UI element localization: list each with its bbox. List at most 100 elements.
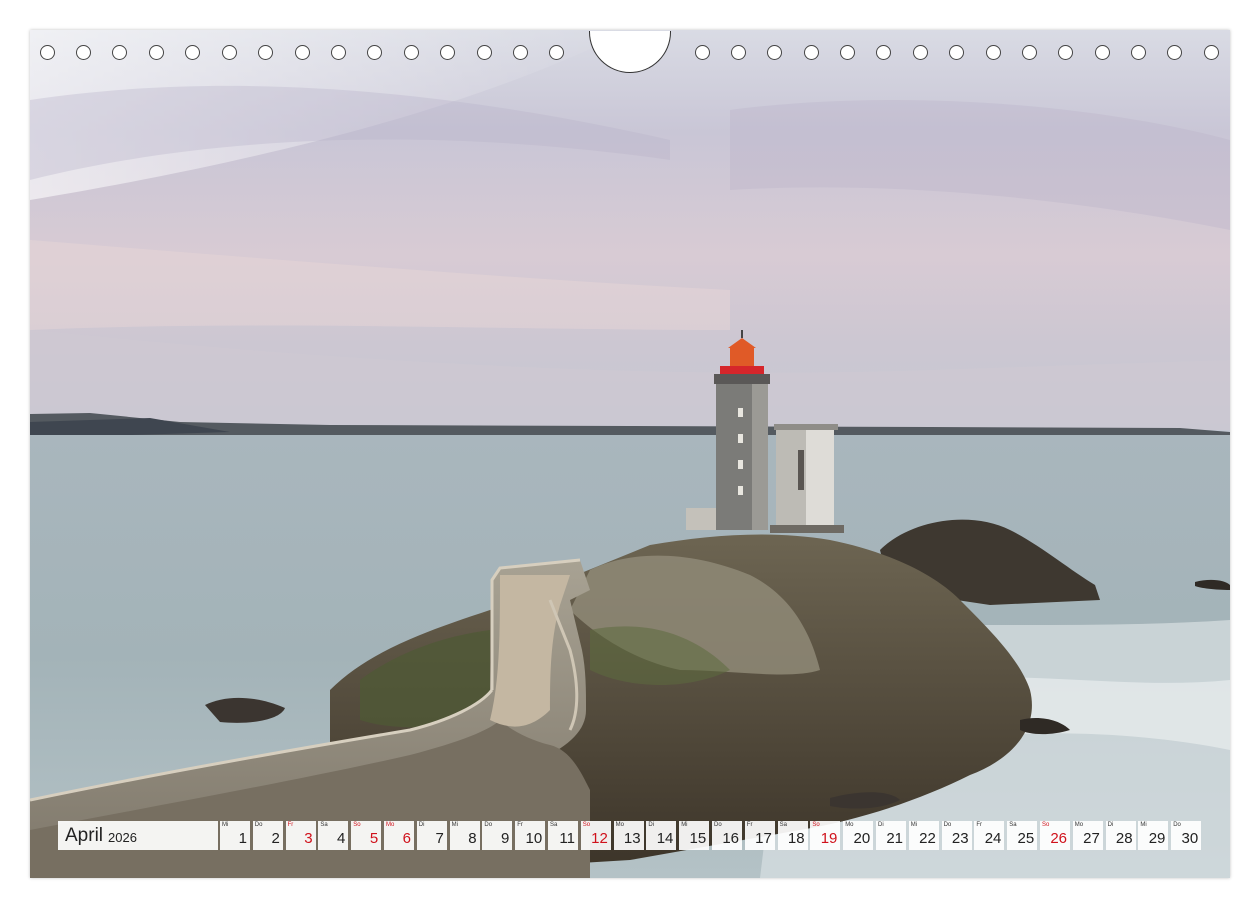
weekday-label: Do xyxy=(254,822,263,828)
weekday-label: So xyxy=(582,822,591,828)
day-cell: Mi 8 xyxy=(449,821,480,850)
weekday-label: Mi xyxy=(681,822,688,828)
ring-hole-icon xyxy=(986,45,1001,60)
day-cell: Mo 13 xyxy=(613,821,644,850)
day-number: 15 xyxy=(689,830,707,847)
day-number: 26 xyxy=(1050,830,1067,847)
weekday-label: Mi xyxy=(451,822,458,828)
weekday-label: So xyxy=(812,822,820,828)
ring-hole-icon xyxy=(149,45,164,60)
day-number: 5 xyxy=(369,830,379,847)
day-cell: Mo 27 xyxy=(1072,821,1103,850)
day-number: 27 xyxy=(1083,830,1100,847)
weekday-label: Sa xyxy=(320,822,328,828)
weekday-label: Fr xyxy=(976,822,983,828)
ring-hole-icon xyxy=(731,45,746,60)
ring-hole-icon xyxy=(513,45,528,60)
day-cell: Mi 29 xyxy=(1138,821,1169,850)
ring-hole-icon xyxy=(185,45,200,60)
day-number: 13 xyxy=(623,830,641,847)
day-cell: Sa 11 xyxy=(548,821,578,850)
day-number: 4 xyxy=(337,830,346,847)
day-number: 20 xyxy=(853,830,871,847)
day-cell: Di 21 xyxy=(876,821,906,850)
day-number: 1 xyxy=(238,830,247,847)
day-number: 22 xyxy=(919,830,936,847)
month-calendar-strip: April 2026 Mi 1 Do 2 Fr 3 Sa 4 So 5 Mo 6 Di 7 Mi 8 Do 9 Fr… xyxy=(58,821,1203,850)
weekday-label: So xyxy=(353,822,361,828)
ring-hole-icon xyxy=(876,45,891,60)
ring-hole-icon xyxy=(1167,45,1182,60)
day-cell: Fr 10 xyxy=(515,821,546,850)
weekday-label: Fr xyxy=(746,822,753,828)
ring-hole-icon xyxy=(1131,45,1146,60)
ring-hole-icon xyxy=(949,45,964,60)
weekday-label: Di xyxy=(648,822,655,828)
day-cell: Do 2 xyxy=(252,821,283,850)
day-cell: Mi 15 xyxy=(679,821,710,850)
day-number: 25 xyxy=(1017,830,1035,847)
ring-hole-icon xyxy=(112,45,127,60)
day-cell: Mo 6 xyxy=(384,821,414,850)
weekday-label: Mo xyxy=(1074,822,1084,828)
day-number: 14 xyxy=(656,830,674,847)
weekday-label: Mo xyxy=(615,822,624,828)
ring-hole-icon xyxy=(331,45,346,60)
day-number: 11 xyxy=(559,830,575,847)
ring-hole-icon xyxy=(222,45,237,60)
day-cell: So 19 xyxy=(810,821,841,850)
day-cell: Do 30 xyxy=(1171,821,1202,850)
weekday-label: Di xyxy=(878,822,884,828)
day-number: 8 xyxy=(468,830,477,847)
ring-hole-icon xyxy=(258,45,273,60)
day-cell: So 5 xyxy=(351,821,382,850)
day-cell: Di 28 xyxy=(1105,821,1136,850)
day-cell: Sa 4 xyxy=(318,821,349,850)
weekday-label: Sa xyxy=(779,822,787,828)
month-name: April xyxy=(65,824,104,846)
year: 2026 xyxy=(108,830,137,845)
day-number: 21 xyxy=(886,830,903,847)
ring-hole-icon xyxy=(1095,45,1110,60)
day-number: 7 xyxy=(435,830,444,847)
ring-hole-icon xyxy=(404,45,419,60)
day-number: 19 xyxy=(820,830,838,847)
weekday-label: Di xyxy=(418,822,425,828)
ring-hole-icon xyxy=(295,45,310,60)
weekday-label: Mo xyxy=(845,822,854,828)
weekday-label: Mo xyxy=(386,822,395,828)
weekday-label: Sa xyxy=(1009,822,1017,828)
day-number: 24 xyxy=(984,830,1002,847)
day-number: 3 xyxy=(304,830,313,847)
day-cell: Di 14 xyxy=(646,821,677,850)
ring-hole-icon xyxy=(804,45,819,60)
day-number: 17 xyxy=(755,830,772,847)
weekday-label: Mi xyxy=(222,822,229,828)
day-cell: So 12 xyxy=(580,821,611,850)
day-number: 29 xyxy=(1148,830,1166,847)
ring-hole-icon xyxy=(840,45,855,60)
weekday-label: Do xyxy=(943,822,952,828)
day-number: 9 xyxy=(501,830,510,847)
day-cell: Do 23 xyxy=(941,821,972,850)
ring-hole-icon xyxy=(440,45,455,60)
month-label: April 2026 xyxy=(58,821,218,850)
ring-hole-icon xyxy=(913,45,928,60)
day-cell: Mo 20 xyxy=(843,821,874,850)
weekday-label: Mi xyxy=(910,822,918,828)
ring-hole-icon xyxy=(477,45,492,60)
ring-hole-icon xyxy=(40,45,55,60)
weekday-label: Sa xyxy=(550,822,558,828)
day-number: 16 xyxy=(722,830,739,847)
day-number: 23 xyxy=(951,830,969,847)
day-cell: Do 16 xyxy=(712,821,742,850)
weekday-label: Do xyxy=(484,822,493,828)
day-number: 6 xyxy=(402,830,411,847)
weekday-label: Do xyxy=(1173,822,1181,828)
ring-hole-icon xyxy=(1058,45,1073,60)
day-number: 12 xyxy=(591,830,608,847)
day-number: 30 xyxy=(1181,830,1199,847)
day-cell: Mi 1 xyxy=(220,821,250,850)
ring-hole-icon xyxy=(367,45,382,60)
ring-hole-icon xyxy=(549,45,564,60)
